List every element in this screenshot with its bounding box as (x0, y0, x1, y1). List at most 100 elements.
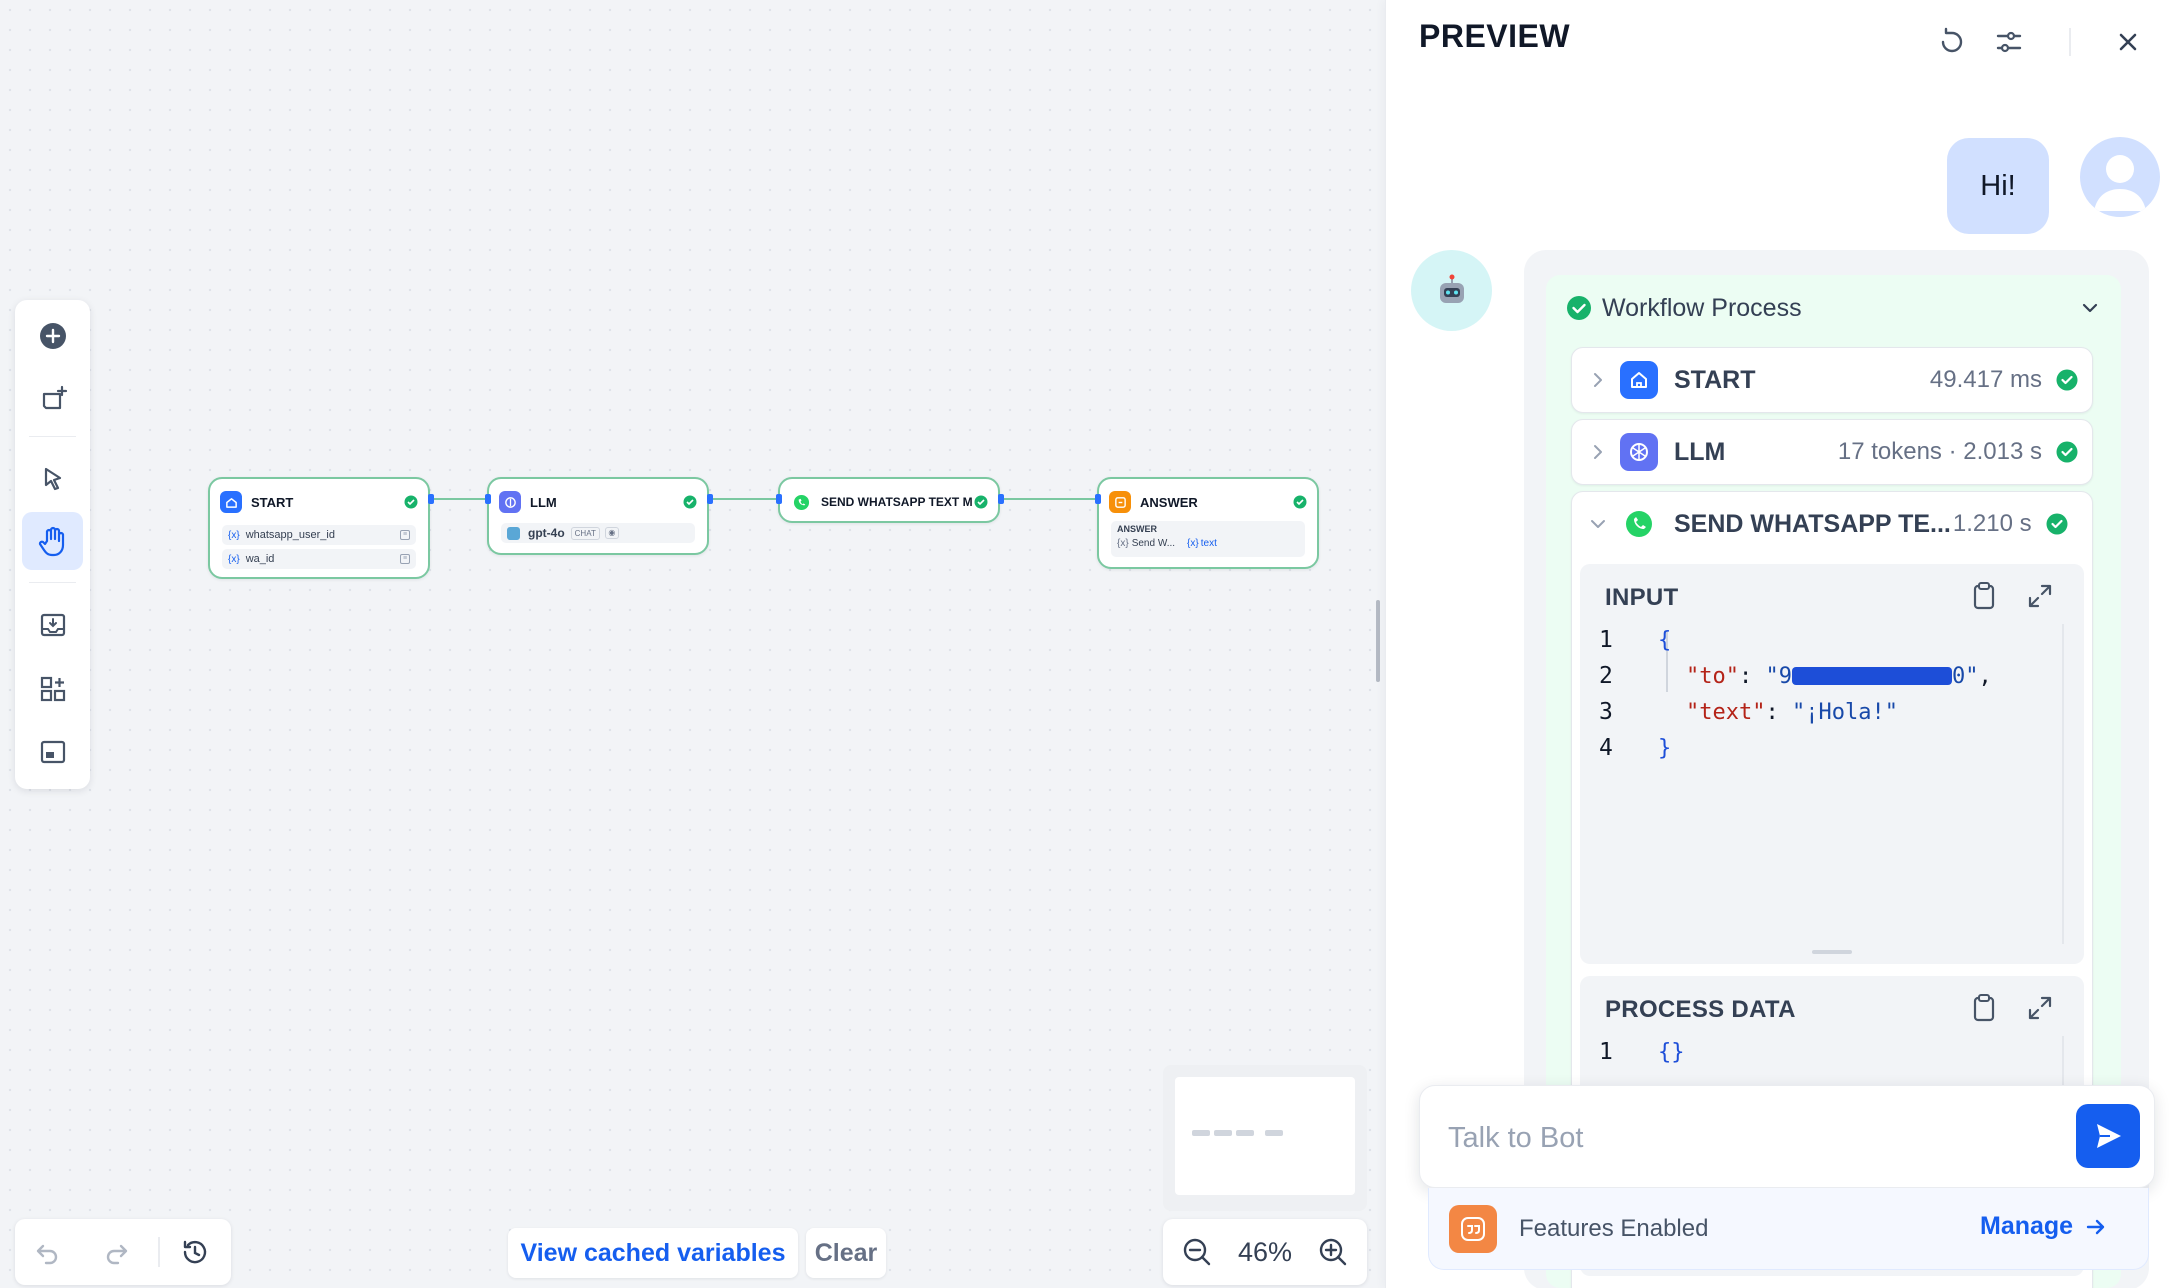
close-panel-button[interactable] (2108, 22, 2148, 62)
plus-circle-icon (39, 323, 66, 349)
workflow-process-title: Workflow Process (1602, 293, 1802, 322)
check-circle-icon (404, 495, 418, 509)
answer-ref-var: text (1200, 538, 1217, 549)
code-token: { (1658, 627, 1672, 653)
panel-resize-handle[interactable] (1376, 600, 1380, 682)
node-answer[interactable]: ANSWER ANSWER {x} Send W... {x} text (1095, 477, 1319, 569)
history-icon (183, 1240, 207, 1264)
step-start[interactable]: START 49.417 ms (1571, 347, 2093, 413)
input-code-block: INPUT 1{ 2 "to": "9 0", 3 "text": "¡Hola!" … (1580, 564, 2084, 964)
manage-label: Manage (1980, 1212, 2074, 1240)
zoom-in-icon[interactable] (1317, 1236, 1349, 1268)
home-icon (1620, 361, 1658, 399)
whatsapp-icon (1620, 505, 1658, 543)
node-start[interactable]: START {x} whatsapp_user_id ≡ {x} wa_id ≡ (208, 477, 434, 579)
code-block-title: INPUT (1605, 584, 1679, 611)
clear-button[interactable]: Clear (806, 1228, 886, 1278)
chevron-right-icon (1594, 373, 1602, 387)
check-circle-icon (1293, 495, 1307, 509)
llm-icon (499, 491, 521, 513)
expand-icon (2028, 996, 2052, 1020)
step-name: START (1674, 365, 1756, 394)
pointer-mode-button[interactable] (22, 450, 83, 508)
manage-features-link[interactable]: Manage (1980, 1212, 2109, 1241)
robot-icon (1439, 274, 1464, 303)
workflow-canvas[interactable]: START {x} whatsapp_user_id ≡ {x} wa_id ≡… (0, 0, 1385, 1288)
features-label: Features Enabled (1519, 1215, 1709, 1242)
zoom-out-icon[interactable] (1181, 1236, 1213, 1268)
organize-nodes-button[interactable] (22, 660, 83, 718)
canvas-toolbar (15, 300, 90, 789)
check-circle-icon (2056, 369, 2078, 391)
answer-field: ANSWER {x} Send W... {x} text (1111, 521, 1305, 557)
expand-button[interactable] (2024, 992, 2056, 1024)
line-number: 3 (1599, 699, 1613, 725)
start-var-row: {x} whatsapp_user_id ≡ (222, 525, 416, 545)
answer-ref-node: Send W... (1131, 538, 1176, 549)
user-icon (2094, 155, 2146, 211)
input-handle[interactable] (1095, 494, 1101, 504)
output-handle[interactable] (707, 494, 713, 504)
step-meta: 1.210 s (1952, 510, 2032, 537)
add-node-button[interactable] (22, 307, 83, 365)
code-block-title: PROCESS DATA (1605, 996, 1796, 1023)
node-title: SEND WHATSAPP TEXT M (821, 495, 973, 509)
type-icon: ≡ (400, 554, 410, 564)
node-llm[interactable]: LLM gpt-4o CHAT ◉ (485, 477, 713, 555)
node-title: LLM (530, 494, 557, 510)
user-message: Hi! (1947, 138, 2049, 234)
copy-button[interactable] (1968, 992, 2000, 1024)
step-meta: 17 tokens · 2.013 s (1837, 438, 2042, 465)
chevron-right-icon (1594, 445, 1602, 459)
code-editor[interactable]: 1 {} (1580, 1034, 2084, 1070)
add-note-button[interactable] (22, 370, 83, 428)
input-handle[interactable] (485, 494, 491, 504)
minimap-icon (40, 740, 65, 764)
undo-icon (36, 1244, 58, 1265)
minimap[interactable] (1163, 1065, 1367, 1211)
resize-grip[interactable] (1812, 950, 1852, 954)
input-handle[interactable] (776, 494, 782, 504)
export-image-button[interactable] (22, 596, 83, 654)
code-token: "9 (1765, 663, 1792, 689)
view-cached-variables-button[interactable]: View cached variables (508, 1228, 798, 1278)
hand-mode-button[interactable] (22, 512, 83, 570)
history-controls (15, 1219, 231, 1285)
restart-button[interactable] (1932, 22, 1972, 62)
chat-input-box (1419, 1085, 2155, 1188)
expand-icon (2028, 584, 2052, 608)
redo-icon (106, 1244, 128, 1265)
clipboard-icon (1973, 582, 1995, 610)
send-button[interactable] (2076, 1104, 2140, 1168)
chevron-down-icon (1591, 520, 1605, 528)
workflow-process-header[interactable]: Workflow Process (1566, 291, 2101, 325)
chat-input[interactable] (1448, 1116, 2048, 1160)
output-handle[interactable] (428, 494, 434, 504)
expand-button[interactable] (2024, 580, 2056, 612)
code-token: {} (1658, 1039, 1685, 1065)
output-handle[interactable] (998, 494, 1004, 504)
copy-button[interactable] (1968, 580, 2000, 612)
start-var-row: {x} wa_id ≡ (222, 549, 416, 569)
sliders-icon (1996, 31, 2022, 53)
code-token: "to" (1686, 663, 1739, 689)
check-circle-icon (1567, 296, 1591, 320)
redo-button[interactable] (97, 1232, 137, 1272)
code-token: } (1658, 735, 1672, 761)
zoom-level[interactable]: 46% (1238, 1237, 1292, 1268)
step-name: LLM (1674, 437, 1726, 466)
undo-button[interactable] (27, 1232, 67, 1272)
minimap-toggle-button[interactable] (22, 723, 83, 781)
variable-icon: {x} (1117, 538, 1129, 549)
code-editor[interactable]: 1{ 2 "to": "9 0", 3 "text": "¡Hola!" 4} (1580, 622, 2084, 766)
version-history-button[interactable] (175, 1232, 215, 1272)
check-circle-icon (2056, 441, 2078, 463)
node-send-whatsapp[interactable]: SEND WHATSAPP TEXT M (776, 477, 1004, 523)
arrow-right-icon (2086, 1219, 2105, 1234)
model-mode-badge: CHAT (570, 526, 600, 540)
node-title: START (251, 494, 294, 510)
variables-settings-button[interactable] (1989, 22, 2029, 62)
step-llm[interactable]: LLM 17 tokens · 2.013 s (1571, 419, 2093, 485)
llm-icon (1620, 433, 1658, 471)
line-number: 2 (1599, 663, 1613, 689)
